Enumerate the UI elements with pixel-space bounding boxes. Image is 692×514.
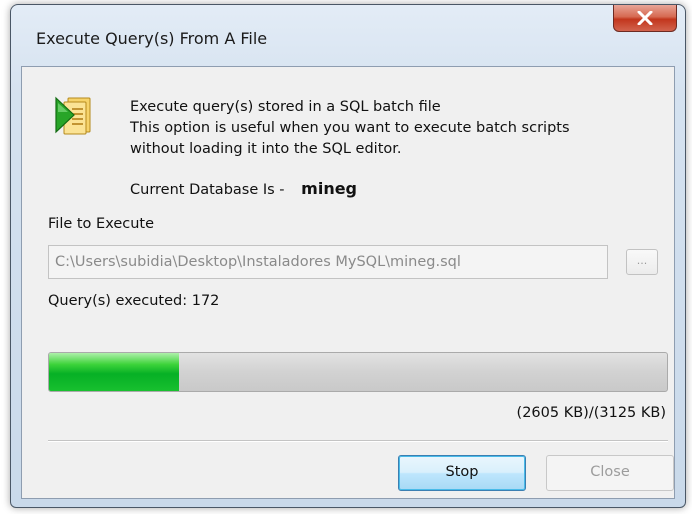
divider (48, 440, 668, 442)
progress-size-label: (2605 KB)/(3125 KB) (516, 405, 666, 421)
description-line: Execute query(s) stored in a SQL batch f… (130, 99, 441, 115)
close-icon (637, 11, 653, 25)
file-path-input[interactable] (48, 245, 608, 279)
window-close-button[interactable] (613, 5, 677, 32)
file-to-execute-label: File to Execute (48, 216, 155, 232)
browse-button[interactable]: ... (626, 249, 658, 275)
current-database-name: mineg (301, 179, 358, 198)
description: Execute query(s) stored in a SQL batch f… (130, 97, 570, 160)
current-database-row: Current Database Is - mineg (130, 179, 357, 198)
progress-bar (48, 352, 668, 392)
run-script-icon (55, 96, 91, 135)
description-line: without loading it into the SQL editor. (130, 141, 402, 157)
queries-executed-label: Query(s) executed: 172 (48, 293, 220, 309)
stop-button[interactable]: Stop (398, 455, 526, 491)
description-line: This option is useful when you want to e… (130, 120, 570, 136)
dialog-body: Execute query(s) stored in a SQL batch f… (21, 66, 675, 499)
close-button[interactable]: Close (546, 455, 674, 491)
current-database-label: Current Database Is - (130, 182, 285, 198)
progress-bar-fill (49, 353, 179, 391)
title-bar: Execute Query(s) From A File (11, 5, 685, 65)
dialog-window: Execute Query(s) From A File Execute que… (10, 4, 686, 508)
window-title: Execute Query(s) From A File (36, 29, 268, 48)
